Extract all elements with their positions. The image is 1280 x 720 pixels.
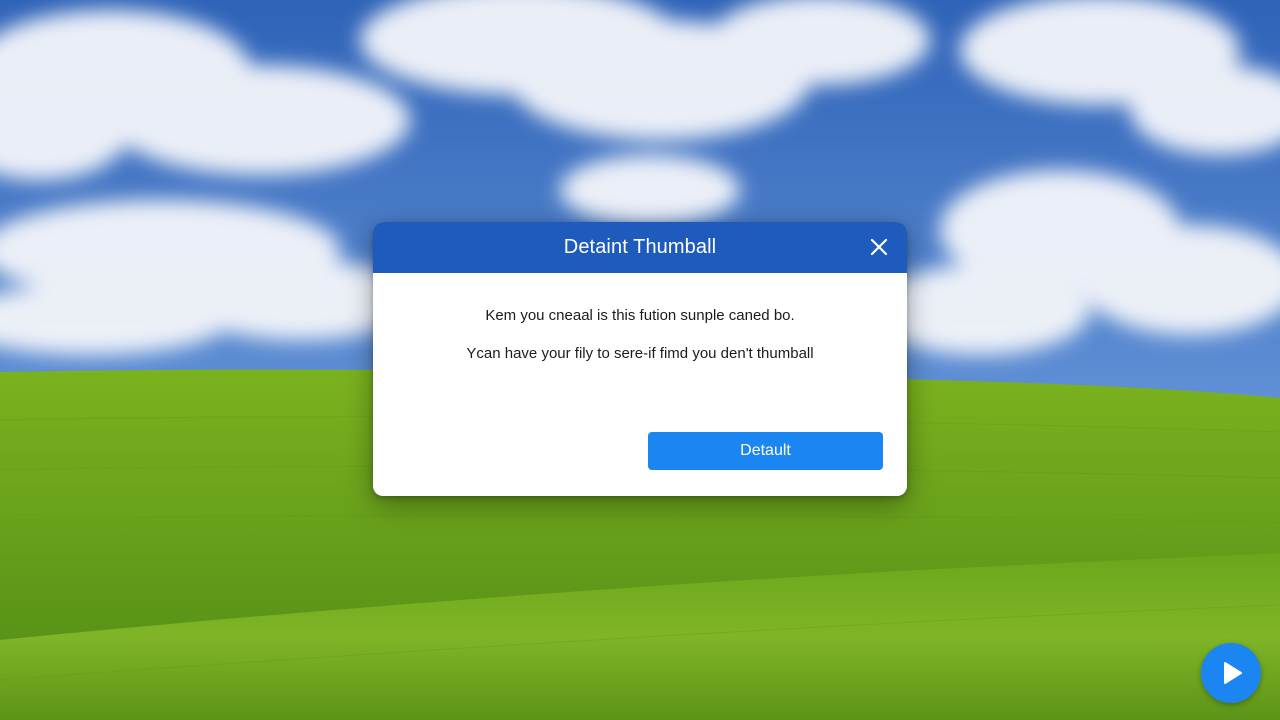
close-button[interactable] — [865, 233, 893, 261]
dialog-body: Kem you cneaal is this fution sunple can… — [373, 273, 907, 363]
play-button[interactable] — [1201, 643, 1261, 703]
dialog-title: Detaint Thumball — [563, 236, 717, 258]
dialog-message-line-1: Kem you cneaal is this fution sunple can… — [485, 307, 795, 324]
desktop-wallpaper: Detaint Thumball Kem you cneaal is this … — [0, 0, 1280, 720]
close-icon — [870, 238, 888, 256]
dialog-header: Detaint Thumball — [373, 222, 907, 273]
thumbnail-dialog: Detaint Thumball Kem you cneaal is this … — [373, 222, 907, 496]
dialog-message-line-2: Ycan have your fily to sere-if fimd you … — [466, 345, 814, 362]
default-button[interactable]: Detault — [648, 432, 883, 470]
play-icon — [1224, 662, 1242, 684]
